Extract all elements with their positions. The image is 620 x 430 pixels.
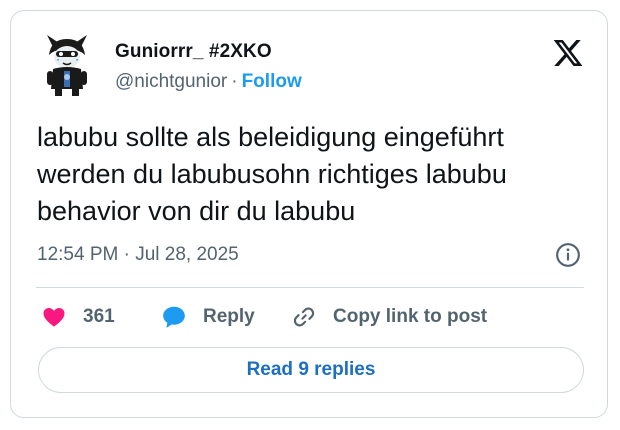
link-icon (293, 307, 315, 327)
read-replies-button[interactable]: Read 9 replies (38, 347, 584, 393)
info-icon[interactable] (555, 242, 581, 268)
tweet-timestamp[interactable]: 12:54 PM · Jul 28, 2025 (37, 243, 239, 267)
reply-label: Reply (203, 306, 255, 327)
divider (36, 287, 584, 288)
handle-row: @nichtgunior · Follow (115, 71, 302, 93)
copy-link-button[interactable]: Copy link to post (291, 303, 487, 331)
separator-dot: · (231, 71, 238, 92)
avatar-image (47, 35, 87, 96)
reply-button[interactable]: Reply (161, 303, 255, 331)
handle[interactable]: @nichtgunior (115, 71, 227, 92)
follow-button[interactable]: Follow (242, 71, 302, 92)
author-info: Guniorrr_ #2XKO @nichtgunior · Follow (115, 41, 302, 93)
tweet-text: labubu sollte als beleidigung eingeführt… (37, 122, 507, 226)
speech-bubble-icon (163, 306, 185, 328)
avatar[interactable] (39, 33, 95, 97)
heart-icon (43, 308, 65, 327)
like-button[interactable]: 361 (41, 303, 115, 331)
copy-link-label: Copy link to post (333, 306, 488, 327)
like-count: 361 (83, 306, 115, 327)
x-logo-icon[interactable] (552, 37, 584, 69)
tweet-embed-card: Guniorrr_ #2XKO @nichtgunior · Follow labu… (10, 10, 608, 418)
display-name[interactable]: Guniorrr_ #2XKO (115, 41, 302, 63)
